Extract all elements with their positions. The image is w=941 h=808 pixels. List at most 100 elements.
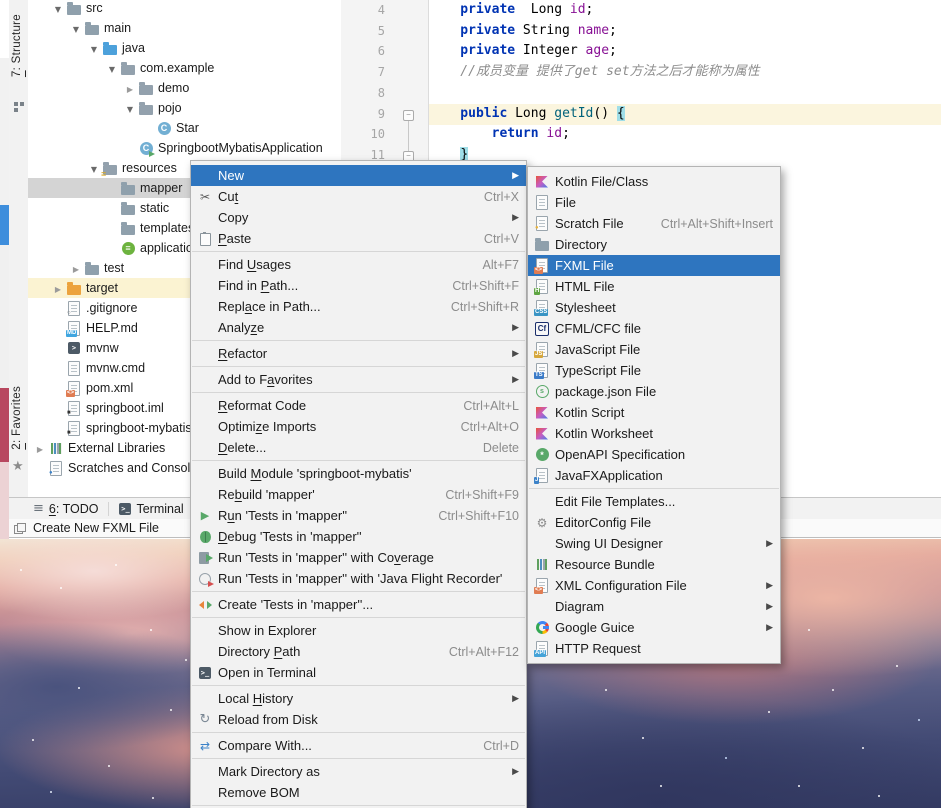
chevron-down-icon[interactable]: ▼	[91, 166, 97, 174]
line-number[interactable]: 5	[343, 24, 385, 38]
menu-item-file[interactable]: File	[528, 192, 780, 213]
chevron-right-icon[interactable]: ▶	[73, 266, 79, 274]
menu-item-refactor[interactable]: Refactor ▶	[191, 343, 526, 364]
menu-item-stylesheet[interactable]: CSS Stylesheet	[528, 297, 780, 318]
menu-item-javafxapplication[interactable]: J JavaFXApplication	[528, 465, 780, 486]
todo-tool-button[interactable]: ≡ 6: TODO	[33, 502, 98, 516]
menu-item-directory-path[interactable]: Directory Path Ctrl+Alt+F12	[191, 641, 526, 662]
tree-item-java[interactable]: ▼ java	[28, 38, 341, 58]
menu-item-http-request[interactable]: API HTTP Request	[528, 638, 780, 659]
code-line[interactable]: //成员变量 提供了get set方法之后才能称为属性	[429, 62, 941, 83]
menu-item-new[interactable]: New ▶	[191, 165, 526, 186]
tree-toggle[interactable]: ▶	[50, 281, 66, 295]
menu-item-reformat-code[interactable]: Reformat Code Ctrl+Alt+L	[191, 395, 526, 416]
menu-item-rebuild-mapper[interactable]: Rebuild 'mapper' Ctrl+Shift+F9	[191, 484, 526, 505]
menu-item-remove-bom[interactable]: Remove BOM	[191, 782, 526, 803]
fold-marker-icon[interactable]: −	[403, 109, 414, 121]
menu-item-run-tests-in-mapper-with-java-flight-recorder[interactable]: Run 'Tests in 'mapper'' with 'Java Fligh…	[191, 568, 526, 589]
menu-item-run-tests-in-mapper[interactable]: ▶ Run 'Tests in 'mapper'' Ctrl+Shift+F10	[191, 505, 526, 526]
chevron-down-icon[interactable]: ▼	[55, 6, 61, 14]
tree-toggle[interactable]: ▼	[68, 21, 84, 35]
line-number[interactable]: 7	[343, 65, 385, 79]
menu-item-html-file[interactable]: H HTML File	[528, 276, 780, 297]
menu-item-editorconfig-file[interactable]: ⚙ EditorConfig File	[528, 512, 780, 533]
chevron-down-icon[interactable]: ▼	[109, 66, 115, 74]
menu-item-fxml-file[interactable]: <> FXML File	[528, 255, 780, 276]
menu-item-create-tests-in-mapper[interactable]: Create 'Tests in 'mapper''...	[191, 594, 526, 615]
menu-item-debug-tests-in-mapper[interactable]: Debug 'Tests in 'mapper''	[191, 526, 526, 547]
tree-item-demo[interactable]: ▶ demo	[28, 78, 341, 98]
tree-item-src[interactable]: ▼ src	[28, 0, 341, 18]
code-line[interactable]: private Integer age;	[429, 41, 941, 62]
menu-item-optimize-imports[interactable]: Optimize Imports Ctrl+Alt+O	[191, 416, 526, 437]
menu-item-compare-with[interactable]: ⇄ Compare With... Ctrl+D	[191, 735, 526, 756]
menu-item-run-tests-in-mapper-with-coverage[interactable]: Run 'Tests in 'mapper'' with Coverage	[191, 547, 526, 568]
tree-item-label: mvnw	[86, 341, 119, 355]
menu-item-kotlin-file-class[interactable]: Kotlin File/Class	[528, 171, 780, 192]
tree-toggle[interactable]: ▼	[104, 61, 120, 75]
menu-item-google-guice[interactable]: Google Guice ▶	[528, 617, 780, 638]
code-line[interactable]: private String name;	[429, 21, 941, 42]
menu-item-paste[interactable]: Paste Ctrl+V	[191, 228, 526, 249]
tree-toggle[interactable]: ▼	[86, 161, 102, 175]
menu-item-kotlin-script[interactable]: Kotlin Script	[528, 402, 780, 423]
menu-item-show-in-explorer[interactable]: Show in Explorer	[191, 620, 526, 641]
line-number[interactable]: 8	[343, 86, 385, 100]
tree-item-main[interactable]: ▼ main	[28, 18, 341, 38]
line-number[interactable]: 6	[343, 44, 385, 58]
menu-item-typescript-file[interactable]: TS TypeScript File	[528, 360, 780, 381]
tree-toggle[interactable]: ▼	[122, 101, 138, 115]
menu-item-local-history[interactable]: Local History ▶	[191, 688, 526, 709]
menu-item-scratch-file[interactable]: ● Scratch File Ctrl+Alt+Shift+Insert	[528, 213, 780, 234]
menu-item-find-in-path[interactable]: Find in Path... Ctrl+Shift+F	[191, 275, 526, 296]
chevron-right-icon[interactable]: ▶	[55, 286, 61, 294]
chevron-right-icon[interactable]: ▶	[37, 446, 43, 454]
tree-item-pojo[interactable]: ▼ pojo	[28, 98, 341, 118]
menu-item-kotlin-worksheet[interactable]: Kotlin Worksheet	[528, 423, 780, 444]
menu-item-package-json-file[interactable]: s package.json File	[528, 381, 780, 402]
chevron-down-icon[interactable]: ▼	[91, 46, 97, 54]
menu-item-mark-directory-as[interactable]: Mark Directory as ▶	[191, 761, 526, 782]
menu-item-reload-from-disk[interactable]: ↻ Reload from Disk	[191, 709, 526, 730]
code-line[interactable]	[429, 83, 941, 104]
line-number[interactable]: 10	[343, 127, 385, 141]
menu-item-delete[interactable]: Delete... Delete	[191, 437, 526, 458]
menu-item-open-in-terminal[interactable]: >_ Open in Terminal	[191, 662, 526, 683]
structure-tool-button[interactable]: 7: Structure	[11, 14, 23, 77]
menu-item-diagram[interactable]: Diagram ▶	[528, 596, 780, 617]
tree-toggle[interactable]: ▼	[50, 1, 66, 15]
menu-item-xml-configuration-file[interactable]: <> XML Configuration File ▶	[528, 575, 780, 596]
menu-item-swing-ui-designer[interactable]: Swing UI Designer ▶	[528, 533, 780, 554]
tree-item-springbootmybatisapplication[interactable]: C SpringbootMybatisApplication	[28, 138, 341, 158]
menu-item-directory[interactable]: Directory	[528, 234, 780, 255]
menu-item-resource-bundle[interactable]: Resource Bundle	[528, 554, 780, 575]
tree-toggle[interactable]: ▶	[122, 81, 138, 95]
tree-item-com-example[interactable]: ▼ com.example	[28, 58, 341, 78]
tree-toggle[interactable]: ▶	[68, 261, 84, 275]
chevron-down-icon[interactable]: ▼	[127, 106, 133, 114]
menu-item-openapi-specification[interactable]: * OpenAPI Specification	[528, 444, 780, 465]
code-line[interactable]: private Long id;	[429, 0, 941, 21]
code-line[interactable]: public Long getId() {	[429, 104, 941, 125]
line-number[interactable]: 4	[343, 3, 385, 17]
menu-item-label: Open in Terminal	[218, 665, 317, 680]
menu-item-analyze[interactable]: Analyze ▶	[191, 317, 526, 338]
chevron-right-icon[interactable]: ▶	[127, 86, 133, 94]
menu-item-add-to-favorites[interactable]: Add to Favorites ▶	[191, 369, 526, 390]
line-number[interactable]: 9	[343, 107, 385, 121]
menu-item-find-usages[interactable]: Find Usages Alt+F7	[191, 254, 526, 275]
menu-item-replace-in-path[interactable]: Replace in Path... Ctrl+Shift+R	[191, 296, 526, 317]
menu-item-build-module-springboot-mybatis[interactable]: Build Module 'springboot-mybatis'	[191, 463, 526, 484]
menu-item-edit-file-templates[interactable]: Edit File Templates...	[528, 491, 780, 512]
code-line[interactable]: return id;	[429, 124, 941, 145]
favorites-tool-button[interactable]: 2: Favorites	[11, 386, 23, 450]
menu-item-javascript-file[interactable]: JS JavaScript File	[528, 339, 780, 360]
tree-toggle[interactable]: ▶	[32, 441, 48, 455]
tree-item-star[interactable]: C Star	[28, 118, 341, 138]
menu-item-cfml-cfc-file[interactable]: Cf CFML/CFC file	[528, 318, 780, 339]
menu-item-copy[interactable]: Copy ▶	[191, 207, 526, 228]
chevron-down-icon[interactable]: ▼	[73, 26, 79, 34]
tree-toggle[interactable]: ▼	[86, 41, 102, 55]
menu-item-cut[interactable]: ✂ Cut Ctrl+X	[191, 186, 526, 207]
terminal-tool-button[interactable]: >_ Terminal	[119, 502, 184, 516]
